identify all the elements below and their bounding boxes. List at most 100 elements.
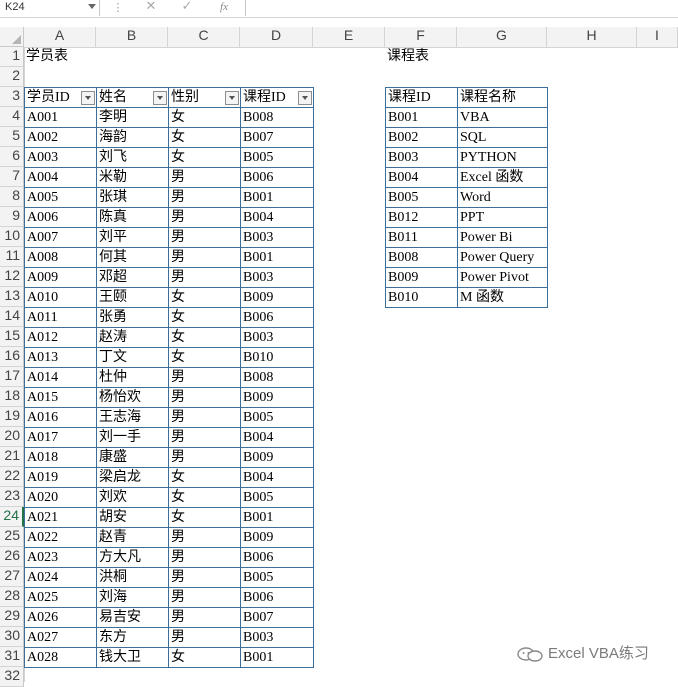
student-table-cell[interactable]: 女 [168,487,241,508]
row-header-17[interactable]: 17 [0,367,24,387]
name-box[interactable]: K24 [0,0,100,16]
course-table-cell[interactable]: B005 [385,187,458,208]
student-table-cell[interactable]: B001 [240,507,314,528]
student-table-cell[interactable]: 赵青 [96,527,169,548]
row-header-30[interactable]: 30 [0,627,24,647]
student-table-cell[interactable]: A025 [24,587,97,608]
student-table-cell[interactable]: 女 [168,107,241,128]
student-table-cell[interactable]: 刘一手 [96,427,169,448]
student-table-cell[interactable]: 易吉安 [96,607,169,628]
course-table-cell[interactable]: B002 [385,127,458,148]
column-header-f[interactable]: F [385,27,457,47]
student-table-cell[interactable]: 邓超 [96,267,169,288]
row-header-9[interactable]: 9 [0,207,24,227]
student-table-cell[interactable]: A016 [24,407,97,428]
filter-dropdown-icon[interactable] [153,91,167,105]
student-table-cell[interactable]: A028 [24,647,97,668]
student-table-cell[interactable]: A023 [24,547,97,568]
student-header-cell[interactable]: 姓名 [96,87,169,108]
row-header-2[interactable]: 2 [0,67,24,87]
column-header-c[interactable]: C [168,27,240,47]
student-table-cell[interactable]: A006 [24,207,97,228]
row-header-20[interactable]: 20 [0,427,24,447]
student-table-cell[interactable]: 刘欢 [96,487,169,508]
student-table-cell[interactable]: 王颐 [96,287,169,308]
student-table-cell[interactable]: 陈真 [96,207,169,228]
student-table-cell[interactable]: A001 [24,107,97,128]
student-table-cell[interactable]: 海韵 [96,127,169,148]
row-header-12[interactable]: 12 [0,267,24,287]
student-table-cell[interactable]: B007 [240,127,314,148]
student-table-cell[interactable]: B006 [240,167,314,188]
course-table-cell[interactable]: VBA [457,107,548,128]
select-all-button[interactable] [0,27,24,47]
student-table-cell[interactable]: B007 [240,607,314,628]
student-table-cell[interactable]: 赵涛 [96,327,169,348]
course-table-cell[interactable]: B004 [385,167,458,188]
student-table-cell[interactable]: 男 [168,227,241,248]
student-table-cell[interactable]: A021 [24,507,97,528]
student-table-cell[interactable]: B005 [240,487,314,508]
student-table-cell[interactable]: B005 [240,147,314,168]
row-header-15[interactable]: 15 [0,327,24,347]
student-table-cell[interactable]: B003 [240,227,314,248]
student-table-title[interactable]: 学员表 [24,47,96,67]
student-table-cell[interactable]: 男 [168,247,241,268]
student-table-cell[interactable]: 钱大卫 [96,647,169,668]
student-table-cell[interactable]: B008 [240,367,314,388]
insert-function-icon[interactable]: fx [212,0,236,16]
student-table-cell[interactable]: 男 [168,207,241,228]
row-header-10[interactable]: 10 [0,227,24,247]
row-header-1[interactable]: 1 [0,47,24,67]
more-options-icon[interactable]: ⋮ [112,1,124,15]
student-table-cell[interactable]: 女 [168,127,241,148]
course-table-cell[interactable]: B010 [385,287,458,308]
student-table-cell[interactable]: A009 [24,267,97,288]
course-table-cell[interactable]: Power Query [457,247,548,268]
column-header-d[interactable]: D [240,27,313,47]
course-table-cell[interactable]: B009 [385,267,458,288]
course-table-cell[interactable]: Excel 函数 [457,167,548,188]
filter-dropdown-icon[interactable] [225,91,239,105]
student-table-cell[interactable]: B009 [240,447,314,468]
student-table-cell[interactable]: A010 [24,287,97,308]
course-table-title[interactable]: 课程表 [385,47,457,67]
student-table-cell[interactable]: A011 [24,307,97,328]
student-table-cell[interactable]: 女 [168,467,241,488]
student-table-cell[interactable]: 男 [168,387,241,408]
student-table-cell[interactable]: 梁启龙 [96,467,169,488]
student-table-cell[interactable]: A004 [24,167,97,188]
course-table-cell[interactable]: PYTHON [457,147,548,168]
enter-icon[interactable]: ✓ [176,0,198,16]
student-table-cell[interactable]: 男 [168,447,241,468]
student-table-cell[interactable]: 胡安 [96,507,169,528]
student-table-cell[interactable]: A024 [24,567,97,588]
row-header-26[interactable]: 26 [0,547,24,567]
student-table-cell[interactable]: 男 [168,587,241,608]
row-header-22[interactable]: 22 [0,467,24,487]
course-table-cell[interactable]: PPT [457,207,548,228]
student-table-cell[interactable]: B009 [240,387,314,408]
student-table-cell[interactable]: 方大凡 [96,547,169,568]
student-table-cell[interactable]: 东方 [96,627,169,648]
student-table-cell[interactable]: 米勒 [96,167,169,188]
student-table-cell[interactable]: B006 [240,587,314,608]
student-table-cell[interactable]: 杨怡欢 [96,387,169,408]
student-table-cell[interactable]: 刘海 [96,587,169,608]
student-table-cell[interactable]: 男 [168,267,241,288]
student-table-cell[interactable]: A005 [24,187,97,208]
row-header-5[interactable]: 5 [0,127,24,147]
student-table-cell[interactable]: 男 [168,427,241,448]
course-table-cell[interactable]: Power Pivot [457,267,548,288]
student-table-cell[interactable]: 丁文 [96,347,169,368]
student-table-cell[interactable]: 女 [168,347,241,368]
row-header-29[interactable]: 29 [0,607,24,627]
student-table-cell[interactable]: 刘平 [96,227,169,248]
student-table-cell[interactable]: A017 [24,427,97,448]
student-table-cell[interactable]: 女 [168,147,241,168]
row-header-4[interactable]: 4 [0,107,24,127]
row-header-21[interactable]: 21 [0,447,24,467]
row-header-14[interactable]: 14 [0,307,24,327]
student-table-cell[interactable]: A018 [24,447,97,468]
course-table-cell[interactable]: B008 [385,247,458,268]
